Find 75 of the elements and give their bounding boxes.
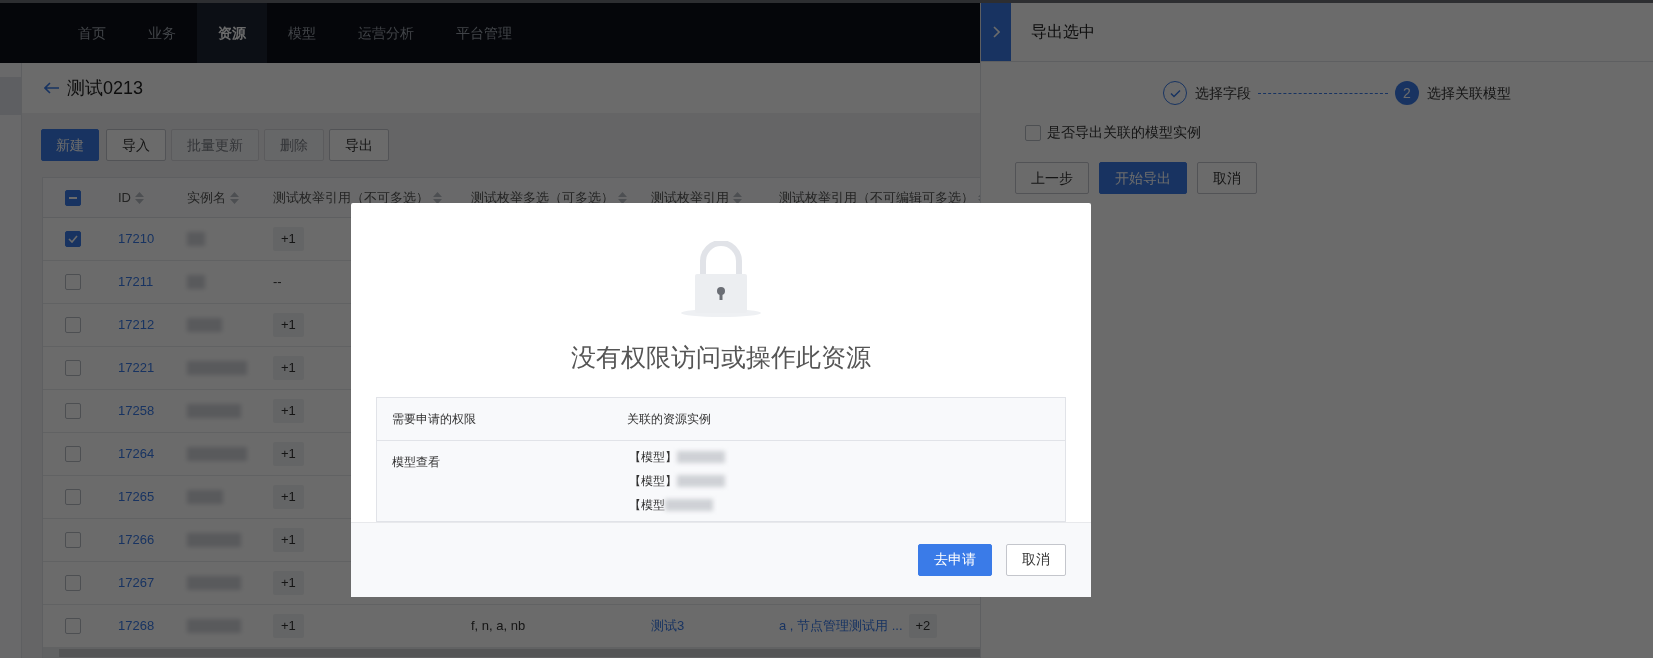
button[interactable]: 导入 <box>106 129 166 161</box>
id-link[interactable]: 17212 <box>118 317 155 333</box>
chevron-icon <box>992 26 1000 38</box>
check-icon <box>68 235 78 243</box>
count-tag: +1 <box>273 356 304 380</box>
count-tag: +1 <box>273 571 304 595</box>
id-link[interactable]: 17221 <box>118 360 155 376</box>
redacted-name <box>677 474 725 487</box>
count-tag: +1 <box>273 399 304 423</box>
count-tag: +1 <box>273 528 304 552</box>
button[interactable]: 上一步 <box>1015 162 1089 194</box>
button[interactable]: 新建 <box>41 129 99 161</box>
count-tag: +1 <box>273 313 304 337</box>
button[interactable]: 开始导出 <box>1099 162 1187 194</box>
checkbox[interactable] <box>65 532 81 548</box>
reference-link[interactable]: 测试3 <box>651 618 685 634</box>
table-cell: f, n, a, nb <box>471 618 526 634</box>
checkbox[interactable] <box>65 274 81 290</box>
padlock-icon <box>679 241 763 319</box>
id-link[interactable]: 17268 <box>118 618 155 634</box>
instance-type: 【模型】 <box>629 448 677 466</box>
instance-type: 【模型 <box>629 496 665 514</box>
count-tag: +1 <box>273 614 304 638</box>
count-tag: +1 <box>273 485 304 509</box>
id-link[interactable]: 17211 <box>118 274 154 290</box>
id-link[interactable]: 17210 <box>118 231 155 247</box>
nav-tab[interactable]: 模型 <box>267 3 337 63</box>
column-header: 实例名 <box>187 188 226 207</box>
checkbox[interactable] <box>65 618 81 634</box>
column-header: ID <box>118 188 131 207</box>
step-label: 选择关联模型 <box>1427 83 1511 103</box>
id-link[interactable]: 17267 <box>118 575 155 591</box>
checkbox[interactable] <box>65 189 81 206</box>
checkbox-label: 是否导出关联的模型实例 <box>1047 123 1201 142</box>
checkbox[interactable] <box>65 403 81 419</box>
nav-tab[interactable]: 业务 <box>127 3 197 63</box>
empty-value: -- <box>273 274 282 290</box>
id-link[interactable]: 17266 <box>118 532 155 548</box>
instance-type: 【模型】 <box>629 472 677 490</box>
id-link[interactable]: 17264 <box>118 446 155 462</box>
column-header: 需要申请的权限 <box>392 411 476 426</box>
checkbox[interactable] <box>65 231 81 247</box>
column-header: 关联的资源实例 <box>627 411 711 426</box>
step-label: 选择字段 <box>1195 83 1251 103</box>
checkbox[interactable] <box>65 317 81 333</box>
redacted-name <box>677 450 725 463</box>
permission-name: 模型查看 <box>392 454 440 469</box>
button[interactable]: 取消 <box>1197 162 1257 194</box>
checkbox[interactable] <box>65 360 81 376</box>
button[interactable]: 导出 <box>329 129 389 161</box>
dialog-title: 没有权限访问或操作此资源 <box>571 342 871 373</box>
checkbox[interactable] <box>65 575 81 591</box>
checkbox[interactable] <box>65 489 81 505</box>
column-header: 测试枚举引用 <box>651 188 729 207</box>
button[interactable]: 去申请 <box>918 543 992 576</box>
count-tag: +1 <box>273 227 304 251</box>
count-tag: +1 <box>273 442 304 466</box>
drawer-title: 导出选中 <box>1031 22 1095 42</box>
button[interactable]: 取消 <box>1006 543 1066 576</box>
sort-icon[interactable] <box>618 191 627 204</box>
id-link[interactable]: 17258 <box>118 403 155 419</box>
nav-tab[interactable]: 首页 <box>57 3 127 63</box>
nav-tab[interactable]: 资源 <box>197 3 267 63</box>
checkbox[interactable] <box>65 446 81 462</box>
id-link[interactable]: 17265 <box>118 489 155 505</box>
sort-icon[interactable] <box>733 191 742 204</box>
reference-link[interactable]: a , 节点管理测试用 ... <box>779 616 903 636</box>
back-arrow-icon[interactable] <box>44 82 59 94</box>
collapse-button[interactable] <box>981 3 1011 61</box>
count-tag: +2 <box>908 614 938 638</box>
step-number: 2 <box>1395 81 1419 105</box>
sort-icon[interactable] <box>433 191 442 204</box>
redacted-name <box>665 498 713 511</box>
page-title: 测试0213 <box>67 76 144 100</box>
checkbox[interactable] <box>1025 124 1041 141</box>
